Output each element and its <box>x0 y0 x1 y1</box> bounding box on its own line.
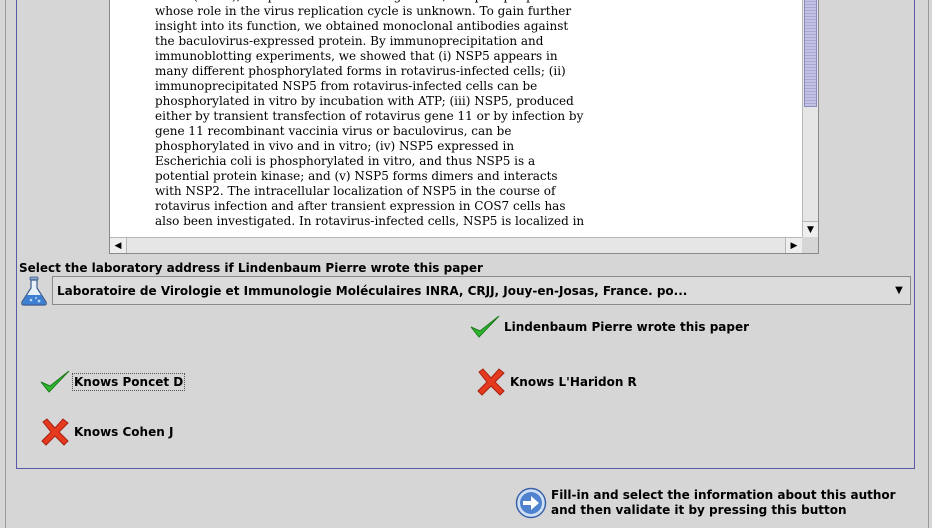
abstract-line: potential protein kinase; and (v) NSP5 f… <box>155 169 558 183</box>
triangle-down-icon: ▼ <box>807 224 814 235</box>
vertical-scrollbar[interactable]: ▼ <box>802 0 818 237</box>
author-wrote-paper-label: Lindenbaum Pierre wrote this paper <box>504 320 750 334</box>
triangle-left-icon: ◀ <box>114 240 122 251</box>
coauthor-toggle-lharidon[interactable]: Knows L'Haridon R <box>474 367 637 397</box>
scroll-corner <box>802 237 818 253</box>
scroll-right-button[interactable]: ▶ <box>785 238 802 253</box>
abstract-line: phosphorylated in vivo and in vitro; (iv… <box>155 139 515 153</box>
abstract-line: gene 11 recombinant vaccinia virus or ba… <box>155 124 512 138</box>
abstract-text-area[interactable]: NSP5 (NS26), the product of rotavirus ge… <box>109 0 819 254</box>
abstract-viewport: NSP5 (NS26), the product of rotavirus ge… <box>110 0 802 237</box>
coauthor-label-lharidon: Knows L'Haridon R <box>510 375 637 389</box>
abstract-line: with NSP2. The intracellular localizatio… <box>155 184 556 198</box>
coauthor-toggle-cohen[interactable]: Knows Cohen J <box>38 417 173 447</box>
abstract-line: the baculovirus-expressed protein. By im… <box>155 34 544 48</box>
abstract-line: rotavirus infection and after transient … <box>155 199 566 213</box>
lab-address-selected: Laboratoire de Virologie et Immunologie … <box>57 283 688 298</box>
scroll-left-button[interactable]: ◀ <box>110 238 127 253</box>
abstract-line: phosphorylated in vitro by incubation wi… <box>155 94 574 108</box>
abstract-line: also been investigated. In rotavirus-inf… <box>155 214 585 228</box>
coauthor-label-cohen: Knows Cohen J <box>74 425 174 439</box>
flask-icon <box>21 276 47 306</box>
coauthor-toggle-poncet[interactable]: Knows Poncet D <box>38 367 186 397</box>
abstract-line: whose role in the virus replication cycl… <box>155 4 572 18</box>
triangle-right-icon: ▶ <box>790 240 798 251</box>
chevron-down-icon[interactable]: ▼ <box>888 285 910 296</box>
red-cross-icon <box>477 368 505 396</box>
next-arrow-icon[interactable] <box>515 487 547 519</box>
green-check-icon <box>470 315 500 338</box>
abstract-line: insight into its function, we obtained m… <box>155 19 569 33</box>
green-check-icon <box>40 370 70 393</box>
vertical-scroll-thumb[interactable] <box>804 0 817 107</box>
red-cross-icon <box>41 418 69 446</box>
lab-address-select[interactable]: Laboratoire de Virologie et Immunologie … <box>52 276 911 305</box>
abstract-line: immunoblotting experiments, we showed th… <box>155 49 558 63</box>
scroll-down-button[interactable]: ▼ <box>803 221 818 237</box>
coauthor-label-poncet: Knows Poncet D <box>71 373 186 391</box>
validate-hint-line2: and then validate it by pressing this bu… <box>551 503 847 517</box>
validate-hint: Fill-in and select the information about… <box>551 488 896 518</box>
lab-select-label: Select the laboratory address if Lindenb… <box>19 261 483 275</box>
validate-hint-line1: Fill-in and select the information about… <box>551 488 896 502</box>
abstract-line: either by transient transfection of rota… <box>155 109 584 123</box>
abstract-line: Escherichia coli is phosphorylated in vi… <box>155 154 536 168</box>
abstract-line: immunoprecipitated NSP5 from rotavirus-i… <box>155 79 538 93</box>
author-wrote-paper-toggle[interactable]: Lindenbaum Pierre wrote this paper <box>468 312 749 342</box>
abstract-line: many different phosphorylated forms in r… <box>155 64 566 78</box>
abstract-text: NSP5 (NS26), the product of rotavirus ge… <box>155 0 585 229</box>
horizontal-scrollbar[interactable]: ◀ ▶ <box>110 237 802 253</box>
